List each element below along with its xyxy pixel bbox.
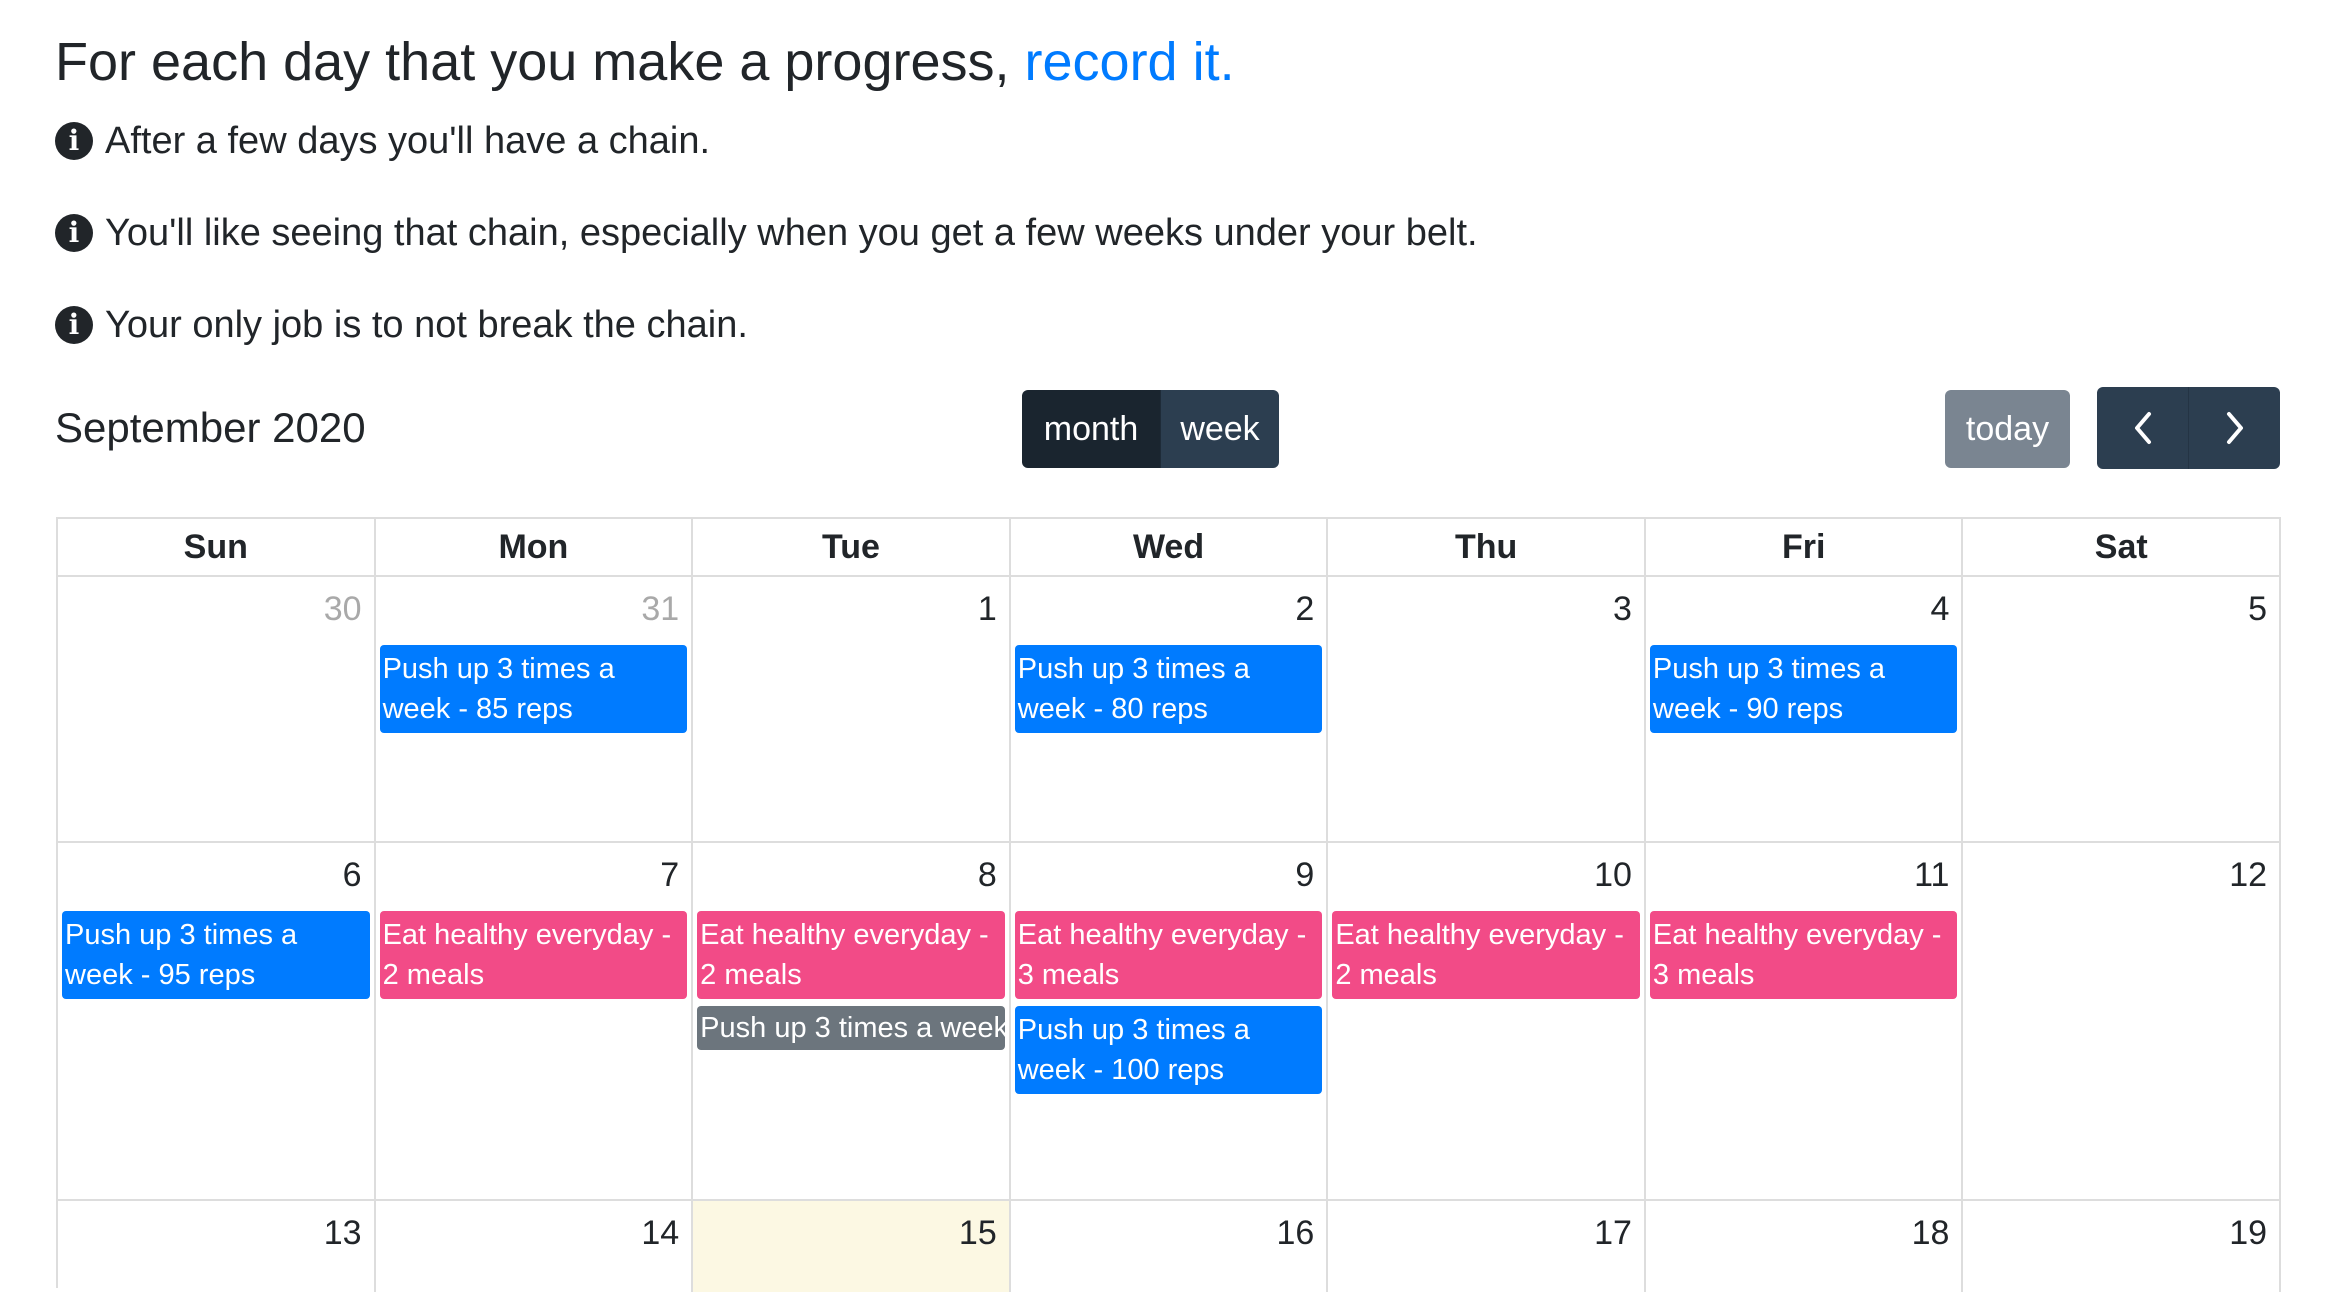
week-view-button[interactable]: week	[1160, 390, 1279, 468]
day-cell-aug-31[interactable]: 31 Push up 3 times a week - 85 reps	[375, 577, 694, 843]
day-number[interactable]: 30	[324, 589, 362, 629]
day-cell-sep-8[interactable]: 8 Eat healthy everyday - 2 meals Push up…	[693, 843, 1011, 1201]
day-cell-sep-2[interactable]: 2 Push up 3 times a week - 80 reps	[1010, 577, 1329, 843]
weekday-header: Sun Mon Tue Wed Thu Fri Sat	[58, 519, 2282, 577]
calendar-event[interactable]: Push up 3 times a week - 95 reps	[62, 911, 370, 999]
day-cell-sep-10[interactable]: 10 Eat healthy everyday - 2 meals	[1328, 843, 1646, 1201]
day-number[interactable]: 9	[1295, 855, 1314, 895]
info-circle-icon: i	[55, 122, 93, 160]
view-toggle: month week	[1022, 390, 1279, 468]
weekday-fri: Fri	[1645, 519, 1964, 577]
day-number[interactable]: 2	[1295, 589, 1314, 629]
day-events: Eat healthy everyday - 2 meals	[1332, 911, 1640, 1006]
calendar-week-2: 6 Push up 3 times a week - 95 reps 7 Eat…	[58, 843, 2282, 1201]
day-number[interactable]: 14	[641, 1213, 679, 1253]
day-events: Eat healthy everyday - 2 meals	[379, 911, 688, 1006]
calendar-event[interactable]: Eat healthy everyday - 3 meals	[1014, 911, 1323, 999]
day-cell-sep-16[interactable]: 16	[1011, 1201, 1329, 1292]
day-number[interactable]: 1	[978, 589, 997, 629]
day-number[interactable]: 13	[324, 1213, 362, 1253]
weekday-sun: Sun	[58, 519, 376, 577]
day-cell-sep-5[interactable]: 5	[1963, 577, 2282, 843]
calendar-event[interactable]: Push up 3 times a week - 100 reps	[1014, 1006, 1323, 1094]
calendar-title: September 2020	[55, 404, 366, 451]
day-number[interactable]: 7	[660, 855, 679, 895]
month-calendar: Sun Mon Tue Wed Thu Fri Sat 30 31 Push u…	[56, 517, 2282, 1292]
day-number[interactable]: 16	[1276, 1213, 1314, 1253]
day-events: Push up 3 times a week - 80 reps	[1014, 645, 1323, 740]
day-cell-sep-19[interactable]: 19	[1963, 1201, 2282, 1292]
weekday-tue: Tue	[693, 519, 1011, 577]
info-circle-icon: i	[55, 214, 93, 252]
calendar-event[interactable]: Push up 3 times a week	[697, 1006, 1005, 1050]
day-cell-sep-14[interactable]: 14	[376, 1201, 694, 1292]
tip-3: i Your only job is to not break the chai…	[55, 300, 748, 350]
day-cell-sep-3[interactable]: 3	[1328, 577, 1646, 843]
day-events: Push up 3 times a week - 90 reps	[1649, 645, 1958, 740]
day-number[interactable]: 3	[1613, 589, 1632, 629]
today-button[interactable]: today	[1945, 390, 2070, 468]
next-month-button[interactable]	[2188, 387, 2280, 469]
day-cell-aug-30[interactable]: 30	[58, 577, 376, 843]
day-number[interactable]: 4	[1931, 589, 1950, 629]
day-events: Eat healthy everyday - 3 meals Push up 3…	[1014, 911, 1323, 1101]
calendar-event[interactable]: Eat healthy everyday - 3 meals	[1649, 911, 1958, 999]
tip-text: Your only job is to not break the chain.	[105, 304, 748, 346]
day-number[interactable]: 5	[2248, 589, 2267, 629]
day-events: Eat healthy everyday - 2 meals Push up 3…	[697, 911, 1005, 1057]
day-number[interactable]: 18	[1912, 1213, 1950, 1253]
day-number[interactable]: 15	[959, 1213, 997, 1253]
tip-text: You'll like seeing that chain, especiall…	[105, 212, 1478, 254]
weekday-sat: Sat	[1963, 519, 2282, 577]
prev-month-button[interactable]	[2097, 387, 2188, 469]
tip-text: After a few days you'll have a chain.	[105, 120, 711, 162]
calendar-event[interactable]: Eat healthy everyday - 2 meals	[1332, 911, 1640, 999]
page: For each day that you make a progress, r…	[0, 0, 2350, 1292]
day-cell-sep-13[interactable]: 13	[58, 1201, 376, 1292]
headline-text: For each day that you make a progress,	[55, 32, 1010, 92]
tip-2: i You'll like seeing that chain, especia…	[55, 208, 1478, 258]
day-cell-today[interactable]: 15	[693, 1201, 1011, 1292]
info-circle-icon: i	[55, 306, 93, 344]
day-cell-sep-4[interactable]: 4 Push up 3 times a week - 90 reps	[1645, 577, 1964, 843]
day-number[interactable]: 17	[1594, 1213, 1632, 1253]
day-number[interactable]: 19	[2229, 1213, 2267, 1253]
day-cell-sep-11[interactable]: 11 Eat healthy everyday - 3 meals	[1645, 843, 1964, 1201]
calendar-event[interactable]: Push up 3 times a week - 85 reps	[379, 645, 688, 733]
day-cell-sep-18[interactable]: 18	[1646, 1201, 1964, 1292]
day-cell-sep-1[interactable]: 1	[693, 577, 1011, 843]
weekday-thu: Thu	[1328, 519, 1646, 577]
day-events: Push up 3 times a week - 95 reps	[62, 911, 370, 1006]
chevron-right-icon	[2226, 412, 2243, 444]
page-headline: For each day that you make a progress, r…	[55, 26, 1235, 98]
chevron-left-icon	[2134, 412, 2151, 444]
tip-1: i After a few days you'll have a chain.	[55, 116, 710, 166]
day-cell-sep-12[interactable]: 12	[1963, 843, 2282, 1201]
day-number[interactable]: 11	[1914, 855, 1949, 895]
calendar-event[interactable]: Eat healthy everyday - 2 meals	[697, 911, 1005, 999]
day-events: Eat healthy everyday - 3 meals	[1649, 911, 1958, 1006]
day-number[interactable]: 10	[1594, 855, 1632, 895]
calendar-event[interactable]: Push up 3 times a week - 80 reps	[1014, 645, 1323, 733]
day-number[interactable]: 31	[641, 589, 679, 629]
weekday-mon: Mon	[375, 519, 694, 577]
day-cell-sep-9[interactable]: 9 Eat healthy everyday - 3 meals Push up…	[1010, 843, 1329, 1201]
calendar-week-3: 13 14 15 16 17 18 19	[58, 1201, 2282, 1292]
day-number[interactable]: 12	[2229, 855, 2267, 895]
record-it-link[interactable]: record it.	[1025, 32, 1235, 92]
calendar-event[interactable]: Push up 3 times a week - 90 reps	[1649, 645, 1958, 733]
month-navigation	[2097, 387, 2280, 469]
day-cell-sep-17[interactable]: 17	[1328, 1201, 1646, 1292]
day-events: Push up 3 times a week - 85 reps	[379, 645, 688, 740]
weekday-wed: Wed	[1010, 519, 1329, 577]
day-cell-sep-7[interactable]: 7 Eat healthy everyday - 2 meals	[375, 843, 694, 1201]
day-number[interactable]: 8	[978, 855, 997, 895]
calendar-week-1: 30 31 Push up 3 times a week - 85 reps 1…	[58, 577, 2282, 843]
month-view-button[interactable]: month	[1022, 390, 1160, 468]
calendar-event[interactable]: Eat healthy everyday - 2 meals	[379, 911, 688, 999]
day-number[interactable]: 6	[343, 855, 362, 895]
day-cell-sep-6[interactable]: 6 Push up 3 times a week - 95 reps	[58, 843, 376, 1201]
